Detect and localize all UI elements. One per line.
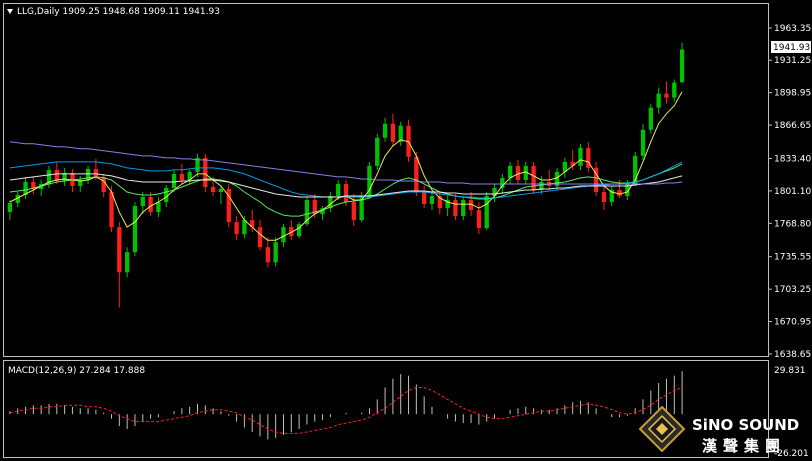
candle-body (101, 176, 106, 193)
candle-body (351, 202, 356, 221)
candle-body (461, 200, 466, 217)
candle-body (484, 196, 489, 229)
current-price-marker: 1941.93 (771, 41, 811, 53)
candle-body (132, 206, 138, 253)
macd-signal-line (9, 387, 683, 434)
price-tick-label: 1931.25 (774, 56, 811, 66)
current-price-label: 1941.93 (773, 43, 810, 53)
symbol-header: LLG,Daily 1909.25 1948.68 1909.11 1941.9… (7, 7, 220, 17)
macd-label: MACD(12,26,9) 27.284 17.888 (8, 366, 145, 376)
price-tick-label: 1670.95 (774, 318, 811, 328)
price-tick-label: 1801.10 (774, 187, 811, 197)
diamond-logo-icon (638, 405, 686, 453)
candle-body (171, 173, 177, 188)
candle-body (578, 147, 583, 166)
brand-name: SiNO SOUND (692, 416, 799, 434)
candle-body (640, 129, 646, 156)
candle-body (281, 227, 286, 243)
candle-body (515, 165, 521, 180)
candle-body (679, 49, 685, 83)
candle-body (507, 165, 513, 178)
chart-window: 1963.35 1931.25 1898.95 1866.65 1833.40 1801.… (0, 0, 812, 461)
macd-histogram (9, 371, 683, 440)
price-tick-label: 1963.35 (774, 24, 811, 34)
price-axis: 1963.35 1931.25 1898.95 1866.65 1833.40 1801.… (768, 24, 811, 360)
candle-body (179, 173, 185, 180)
macd-max-label: 29.831 (774, 366, 806, 376)
candle-body (234, 222, 239, 235)
candle-body (218, 188, 224, 193)
price-tick-label: 1898.95 (774, 89, 811, 99)
candle-body (210, 186, 216, 193)
price-tick-label: 1768.80 (774, 219, 811, 229)
candle-body (453, 200, 458, 217)
candle-body (414, 156, 419, 193)
candle-body (242, 220, 247, 235)
candle-body (257, 227, 263, 248)
candle-body (117, 227, 122, 273)
candle-body (672, 82, 677, 98)
candle-body (140, 197, 145, 207)
candle-body (601, 192, 607, 203)
candle-body (273, 242, 278, 263)
candle-body (125, 252, 130, 273)
candle-body (390, 123, 396, 142)
price-tick-label: 1703.25 (774, 285, 811, 295)
brand-chinese: 漢聲集團 (702, 437, 786, 455)
price-tick-label: 1866.65 (774, 121, 811, 131)
candle-body (648, 107, 653, 130)
candle-body (382, 123, 388, 138)
sino-sound-logo: SiNO SOUND 漢聲集團 (638, 405, 799, 455)
symbol-ohlc-label: LLG,Daily 1909.25 1948.68 1909.11 1941.9… (17, 7, 220, 17)
price-tick-label: 1735.55 (774, 253, 811, 263)
candle-body (336, 183, 341, 197)
candle-body (422, 192, 427, 205)
candle-body (265, 247, 270, 263)
candle-body (476, 210, 482, 229)
candle-body (617, 189, 622, 197)
chart-canvas: 1963.35 1931.25 1898.95 1866.65 1833.40 1801.… (3, 3, 811, 459)
candle-body (156, 202, 161, 213)
price-tick-label: 1638.65 (774, 350, 811, 360)
candle-body (375, 137, 380, 166)
candle-body (656, 93, 661, 108)
candle-body (429, 196, 435, 205)
candle-body (343, 183, 349, 203)
candle-body (93, 168, 99, 177)
candle-body (148, 197, 153, 213)
candle-body (203, 157, 208, 187)
candle-body (664, 93, 669, 98)
dropdown-triangle-icon[interactable] (7, 9, 13, 14)
candle-body (7, 203, 13, 213)
candlestick-series (7, 42, 685, 308)
price-tick-label: 1833.40 (774, 154, 811, 164)
